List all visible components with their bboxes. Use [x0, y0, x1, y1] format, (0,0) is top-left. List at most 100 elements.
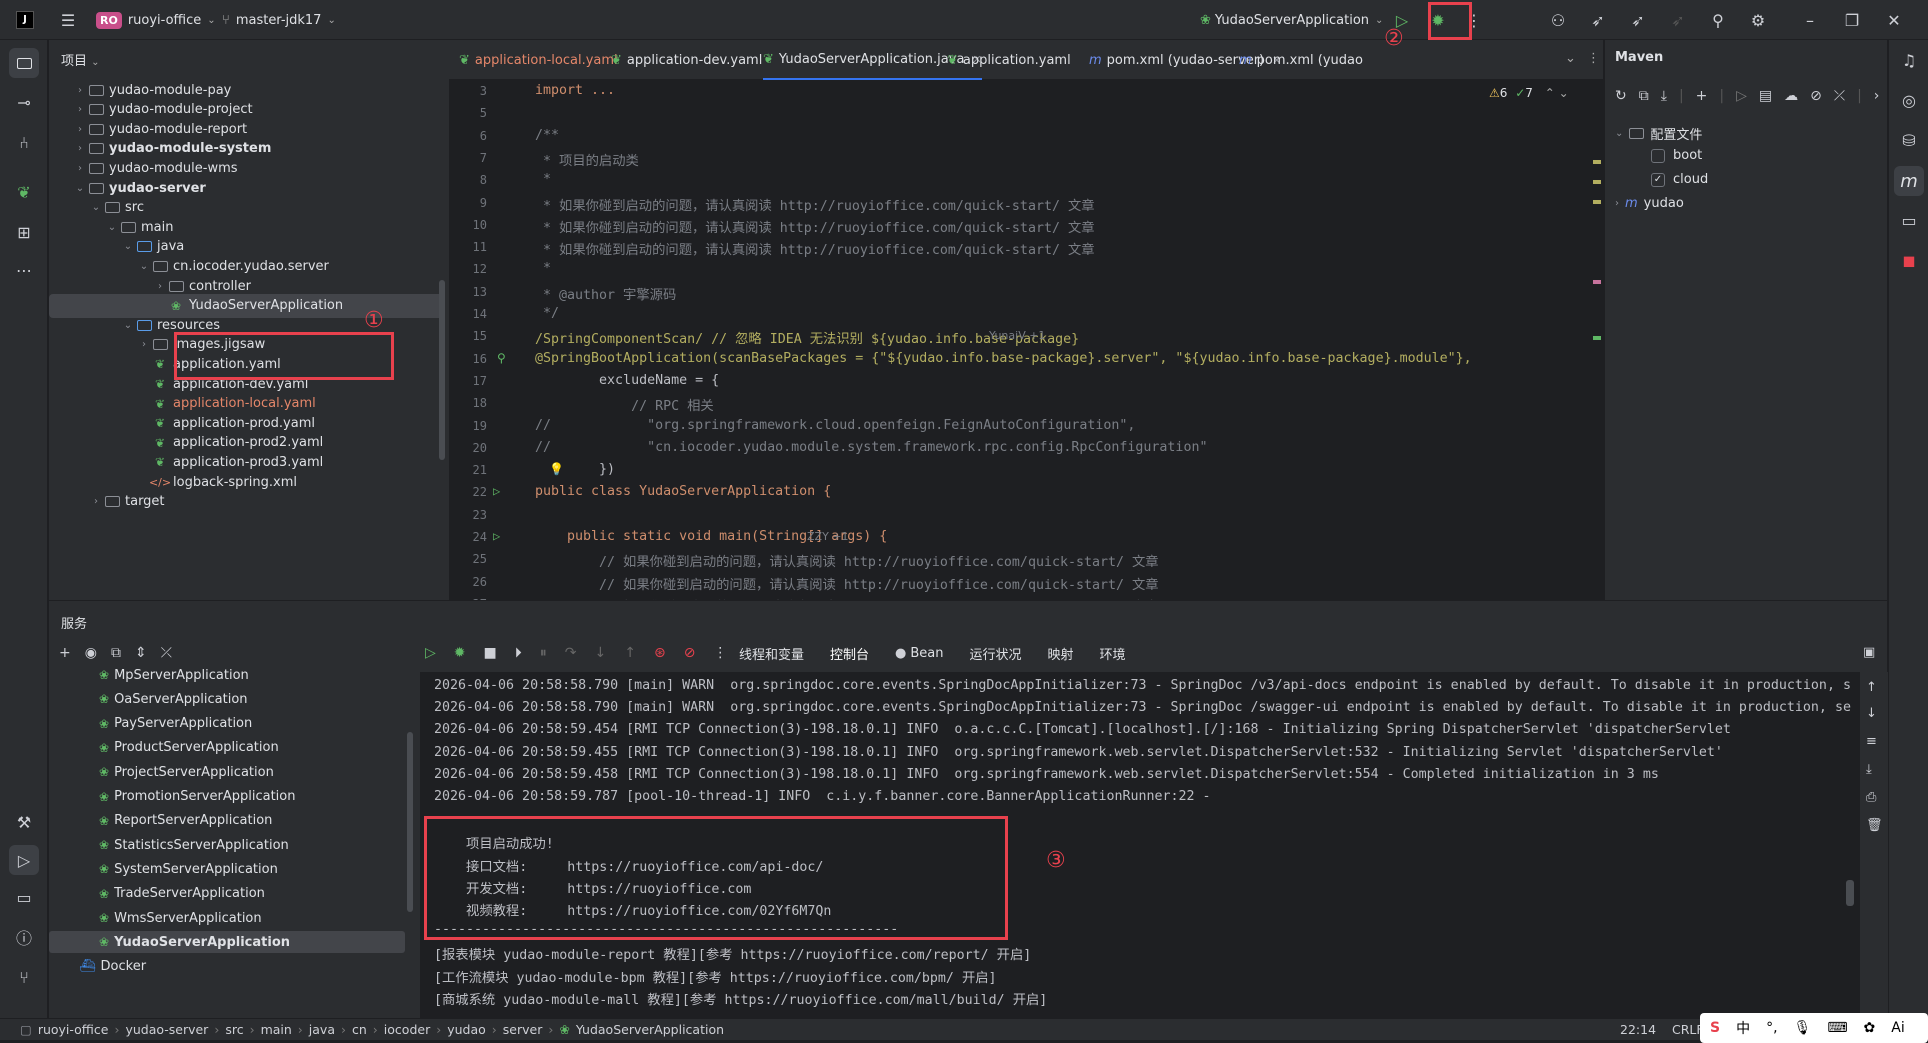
add-user-icon[interactable]: ⚇ — [1546, 0, 1570, 40]
step-out-icon[interactable]: ↑ — [624, 645, 636, 661]
scroll-up-icon[interactable]: ↑ — [1866, 680, 1877, 695]
ime-ai[interactable]: Ai — [1891, 1020, 1904, 1036]
services-tab[interactable]: 环境 — [1100, 644, 1126, 663]
code-line[interactable]: // 如果你碰到启动的问题，请认真阅读 http://ruoyioffice.c… — [535, 574, 1159, 593]
step-over-icon[interactable]: ↷ — [565, 645, 577, 661]
more-icon[interactable]: › — [1874, 88, 1880, 104]
code-line[interactable]: // RPC 相关 — [535, 395, 714, 414]
collapse-all-icon[interactable]: ⤫ — [161, 645, 172, 661]
service-item[interactable]: ❀ PromotionServerApplication — [49, 786, 405, 808]
keyboard-icon[interactable]: ⌨ — [1827, 1020, 1847, 1036]
more-tabs-icon[interactable]: ⋮ — [1587, 51, 1600, 66]
service-item[interactable]: ❀ YudaoServerApplication — [49, 931, 405, 954]
collapse-icon[interactable]: ⤫ — [1834, 88, 1845, 104]
execute-goal-icon[interactable]: ▤ — [1759, 88, 1772, 104]
service-item[interactable]: ❀ ProductServerApplication — [49, 737, 405, 759]
clear-icon[interactable]: 🗑 — [1866, 818, 1883, 833]
services-tab[interactable]: 线程和变量 — [739, 644, 804, 663]
editor-tab[interactable]: ❦ application-dev.yaml — [611, 40, 762, 80]
gear-icon[interactable]: ⚙ — [1746, 0, 1770, 40]
commit-icon[interactable]: ⊸ — [12, 90, 36, 114]
code-line[interactable]: */ — [535, 306, 559, 321]
chevron-down-icon[interactable]: ⌄ — [121, 241, 135, 252]
breadcrumb-item[interactable]: server — [503, 1022, 543, 1037]
problems-icon[interactable]: ⓘ — [12, 925, 36, 949]
more-tools-icon[interactable]: ⋯ — [12, 258, 36, 282]
boot-checkbox[interactable] — [1651, 148, 1665, 163]
breadcrumb-item[interactable]: YudaoServerApplication — [576, 1022, 724, 1037]
line-separator[interactable]: CRLF — [1672, 1022, 1704, 1037]
breadcrumb-item[interactable]: yudao-server — [125, 1022, 208, 1037]
lightbulb-icon[interactable]: 💡 — [549, 462, 564, 476]
scroll-down-icon[interactable]: ↓ — [1866, 706, 1877, 721]
cursor-position[interactable]: 22:14 — [1620, 1022, 1656, 1037]
rerun-icon[interactable]: ▷ — [425, 645, 436, 661]
service-item[interactable]: ❀ SystemServerApplication — [49, 858, 405, 880]
run-gutter-icon[interactable]: ▷ — [493, 529, 500, 543]
ime-logo-icon[interactable]: S — [1710, 1020, 1720, 1036]
stop-icon[interactable]: ■ — [484, 645, 497, 661]
git-icon[interactable]: ⑂ — [12, 965, 36, 989]
chevron-right-icon[interactable]: › — [153, 281, 167, 292]
resume-icon[interactable]: ⏵ — [515, 645, 522, 661]
chevron-down-icon[interactable]: ⌄ — [121, 320, 135, 331]
view-icon[interactable]: ◉ — [85, 645, 97, 661]
chevron-right-icon[interactable]: › — [73, 85, 87, 96]
inspection-widget[interactable]: ⚠6 ✓7 ⌃ ⌄ — [1489, 86, 1569, 100]
editor-tab[interactable]: ❦ application-local.yaml — [459, 40, 618, 80]
services-tab[interactable]: ● Bean — [895, 646, 943, 661]
pull-request-icon[interactable]: ⑃ — [12, 130, 36, 154]
expand-icon[interactable]: ⇕ — [135, 645, 147, 661]
project-switcher[interactable]: RO ruoyi-office ⌄ — [96, 0, 216, 40]
plugin-icon[interactable]: ◼ — [1897, 248, 1921, 272]
code-line[interactable]: * 如果你碰到启动的问题，请认真阅读 http://ruoyioffice.co… — [535, 217, 1095, 236]
profile-boot[interactable]: boot — [1651, 148, 1702, 163]
deploy-disabled-icon[interactable]: ➶ — [1666, 0, 1690, 40]
minimize-icon[interactable]: – — [1798, 0, 1822, 40]
scroll-end-icon[interactable]: ⤓ — [1866, 762, 1872, 777]
chevron-right-icon[interactable]: › — [73, 163, 87, 174]
project-tool-icon[interactable] — [9, 48, 39, 78]
search-icon[interactable]: ⚲ — [1706, 0, 1730, 40]
author-hint[interactable]: ZZY +1 — [807, 530, 849, 543]
breadcrumb-item[interactable]: src — [225, 1022, 243, 1037]
chevron-right-icon[interactable]: › — [89, 496, 103, 507]
chevron-down-icon[interactable]: ⌄ — [105, 222, 119, 233]
code-line[interactable]: excludeName = { — [535, 373, 719, 388]
microphone-icon[interactable]: 🎙 — [1794, 1020, 1812, 1036]
mute-breakpoints-icon[interactable]: ⊘ — [684, 645, 696, 661]
maven-project-node[interactable]: › m yudao — [1615, 196, 1684, 211]
layout-icon[interactable]: ▣ — [1863, 645, 1875, 660]
maven-tool-icon[interactable]: m — [1894, 166, 1924, 196]
tree-scrollbar[interactable] — [439, 280, 445, 460]
new-group-icon[interactable]: ⧉ — [111, 645, 121, 661]
service-item[interactable]: ❀ MpServerApplication — [49, 664, 405, 686]
service-item[interactable]: ❀ OaServerApplication — [49, 688, 405, 710]
editor-tab[interactable]: m pom.xml (yudao — [1239, 40, 1363, 80]
ime-punct[interactable]: °, — [1766, 1020, 1777, 1036]
profile-cloud[interactable]: ✓ cloud — [1651, 172, 1708, 187]
print-icon[interactable]: ⎙ — [1866, 790, 1876, 805]
service-item[interactable]: ❀ PayServerApplication — [49, 713, 405, 735]
cloud-checkbox[interactable]: ✓ — [1651, 172, 1665, 187]
service-item[interactable]: ❀ TradeServerApplication — [49, 883, 405, 905]
step-into-icon[interactable]: ↓ — [594, 645, 606, 661]
spring-tool-icon[interactable]: ❦ — [12, 180, 36, 204]
breadcrumb-item[interactable]: cn — [352, 1022, 367, 1037]
services-tab[interactable]: 运行状况 — [970, 644, 1022, 663]
chevron-down-icon[interactable]: ⌄ — [1565, 51, 1576, 66]
debug-rerun-icon[interactable]: ✹ — [454, 645, 466, 661]
spring-bean-icon[interactable]: ⚲ — [497, 351, 506, 365]
code-line[interactable]: @SpringBootApplication(scanBasePackages … — [535, 351, 1472, 366]
database-icon[interactable]: ⛁ — [1897, 128, 1921, 152]
notifications-icon[interactable]: ♫ — [1897, 48, 1921, 72]
deploy-icon[interactable]: ➶ — [1586, 0, 1610, 40]
chevron-right-icon[interactable]: › — [137, 339, 151, 350]
code-line[interactable]: /** — [535, 128, 559, 143]
chevron-right-icon[interactable]: › — [73, 124, 87, 135]
docker-item[interactable]: ⛴ Docker — [49, 956, 146, 978]
chevron-right-icon[interactable]: › — [73, 104, 87, 115]
breadcrumb-item[interactable]: java — [309, 1022, 335, 1037]
code-line[interactable]: * 如果你碰到启动的问题，请认真阅读 http://ruoyioffice.co… — [535, 239, 1095, 258]
code-line[interactable]: * 如果你碰到启动的问题，请认真阅读 http://ruoyioffice.co… — [535, 195, 1095, 214]
